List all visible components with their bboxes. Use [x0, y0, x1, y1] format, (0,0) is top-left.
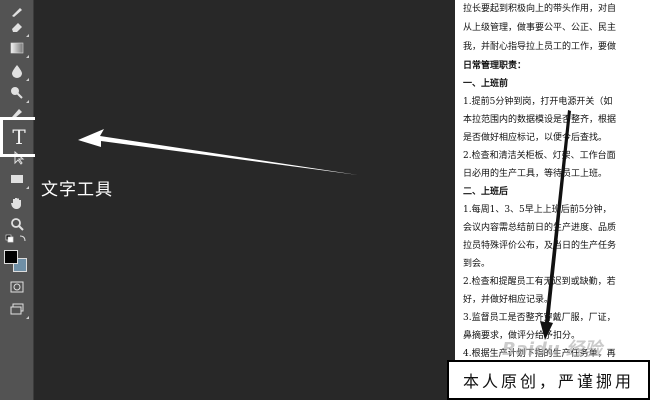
- doc-heading-after-work: 二、上班后: [463, 187, 509, 197]
- workspace-canvas: [35, 0, 455, 400]
- color-swap-controls[interactable]: [4, 232, 30, 246]
- rectangle-tool[interactable]: [4, 168, 30, 190]
- screen-mode-tool[interactable]: [4, 298, 30, 320]
- gradient-icon: [10, 42, 24, 54]
- quick-mask-icon: [10, 281, 24, 293]
- gradient-tool[interactable]: [4, 37, 30, 59]
- doc-line-3: 我，并耐心指导拉上员工的工作，要做: [463, 42, 617, 52]
- doc-line-6: 1.提前5分钟到岗，打开电源开关（如: [463, 97, 613, 107]
- foreground-color-swatch[interactable]: [4, 250, 18, 264]
- doc-line-15: 到会。: [463, 259, 491, 269]
- dodge-icon: [11, 87, 23, 99]
- blur-tool[interactable]: [4, 60, 30, 82]
- doc-line-18: 3.监督员工是否整齐穿戴厂服，厂证，: [463, 313, 616, 323]
- dodge-tool[interactable]: [4, 82, 30, 104]
- doc-line-14: 拉员特殊评价公布，及当日的生产任务: [463, 241, 617, 251]
- droplet-icon: [12, 65, 22, 78]
- screen-mode-icon: [10, 303, 24, 315]
- doc-line-1: 拉长要起到积极向上的带头作用，对自: [463, 4, 617, 14]
- doc-line-16: 2.检查和提醒员工有无迟到或缺勤，若: [463, 277, 616, 287]
- rectangle-icon: [11, 175, 23, 183]
- eraser-tool[interactable]: [4, 16, 30, 38]
- magnifier-icon: [11, 218, 24, 231]
- doc-line-2: 从上级管理，做事要公平、公正、民主: [463, 23, 617, 33]
- doc-line-10: 日必用的生产工具，等待员工上班。: [463, 169, 608, 179]
- type-tool-callout-label: 文字工具: [41, 180, 113, 200]
- doc-line-13: 会议内容需总结前日的生产进度、品质: [463, 223, 617, 233]
- doc-line-12: 1.每周1、3、5早上上班后前5分钟，: [463, 205, 612, 215]
- originality-notice: 本人原创，严谨挪用: [447, 360, 650, 400]
- doc-line-8: 是否做好相应标记，以便今后查找。: [463, 133, 608, 143]
- tools-panel: T: [0, 0, 34, 400]
- baidu-watermark: Baidu 经验: [502, 339, 603, 360]
- doc-line-9: 2.检查和清洁关柜板、灯架、工作台面: [463, 151, 616, 161]
- quick-mask-tool[interactable]: [4, 276, 30, 298]
- hand-icon: [11, 198, 21, 209]
- doc-line-7: 本拉范围内的数据模设是否整齐，根据: [463, 115, 617, 125]
- hand-tool[interactable]: [4, 192, 30, 214]
- originality-notice-text: 本人原创，严谨挪用: [462, 372, 634, 391]
- doc-heading-duties: 日常管理职责：: [463, 61, 527, 71]
- eraser-icon: [12, 23, 22, 32]
- doc-line-17: 好，并做好相应记录。: [463, 295, 554, 305]
- doc-heading-before-work: 一、上班前: [463, 79, 509, 89]
- swap-colors-icon: [5, 234, 26, 243]
